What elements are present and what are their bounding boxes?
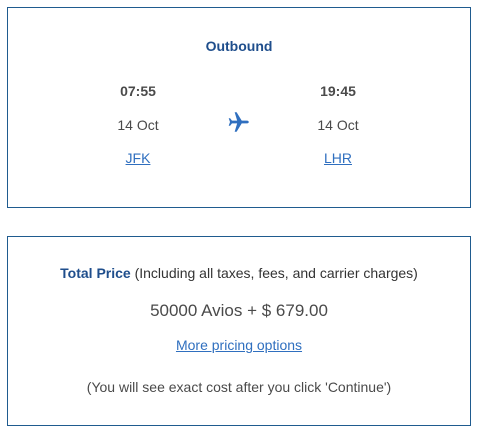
total-price-line: Total Price (Including all taxes, fees, … — [8, 265, 470, 281]
departure-time: 07:55 — [120, 83, 156, 99]
continue-note: (You will see exact cost after you click… — [86, 379, 392, 395]
total-price-qualifier: (Including all taxes, fees, and carrier … — [134, 265, 418, 281]
arrival-airport-link[interactable]: LHR — [278, 150, 398, 166]
more-pricing-options-link[interactable]: More pricing options — [8, 337, 470, 353]
total-price-label: Total Price — [60, 265, 131, 281]
departure-date: 14 Oct — [117, 117, 159, 133]
outbound-card: Outbound 07:55 14 Oct JFK 19:45 14 Oct L… — [7, 7, 471, 208]
airplane-icon — [228, 112, 249, 132]
arrival-date: 14 Oct — [317, 117, 359, 133]
price-amount: 50000 Avios + $ 679.00 — [150, 301, 328, 320]
outbound-title: Outbound — [205, 38, 273, 54]
price-card: Total Price (Including all taxes, fees, … — [7, 236, 471, 426]
departure-airport-link[interactable]: JFK — [78, 150, 198, 166]
arrival-time: 19:45 — [320, 83, 356, 99]
